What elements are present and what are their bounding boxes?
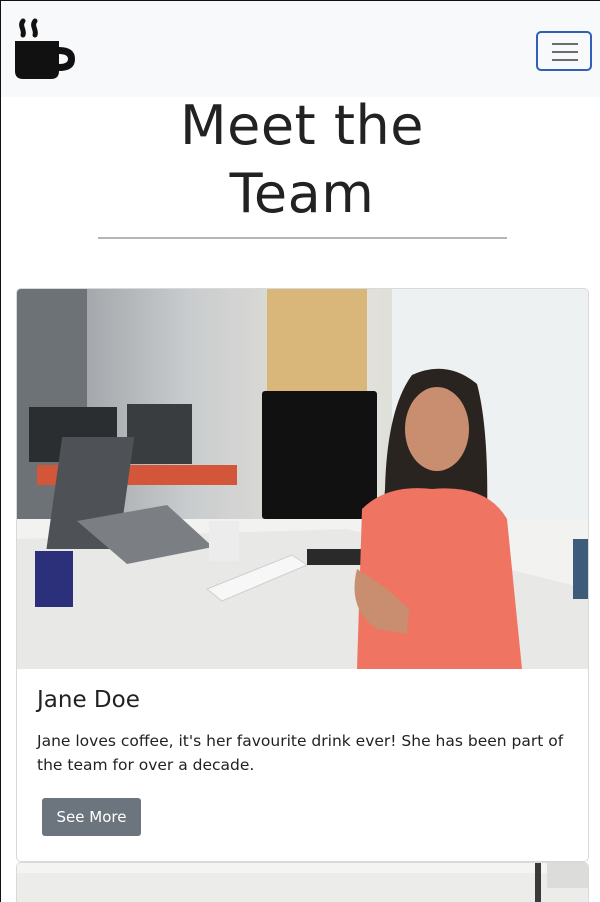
hamburger-menu-icon	[552, 43, 578, 61]
team-member-name: Jane Doe	[37, 687, 140, 713]
title-divider	[98, 237, 507, 239]
team-member-photo	[17, 863, 588, 902]
team-member-bio: Jane loves coffee, it's her favourite dr…	[37, 732, 564, 774]
team-member-card: Jane Doe Jane loves coffee, it's her fav…	[16, 288, 589, 862]
team-member-card	[16, 862, 589, 902]
page-title-line2: Team	[229, 162, 375, 225]
menu-bar	[552, 43, 578, 45]
coffee-mug-icon[interactable]	[13, 17, 77, 83]
page-title: Meet the Team	[100, 92, 504, 228]
team-member-photo	[17, 289, 588, 669]
navbar	[1, 1, 600, 97]
navbar-toggler-button[interactable]	[536, 31, 592, 71]
menu-bar	[552, 59, 578, 61]
see-more-button[interactable]: See More	[42, 798, 141, 836]
menu-bar	[552, 51, 578, 53]
page-title-line1: Meet the	[180, 94, 424, 157]
